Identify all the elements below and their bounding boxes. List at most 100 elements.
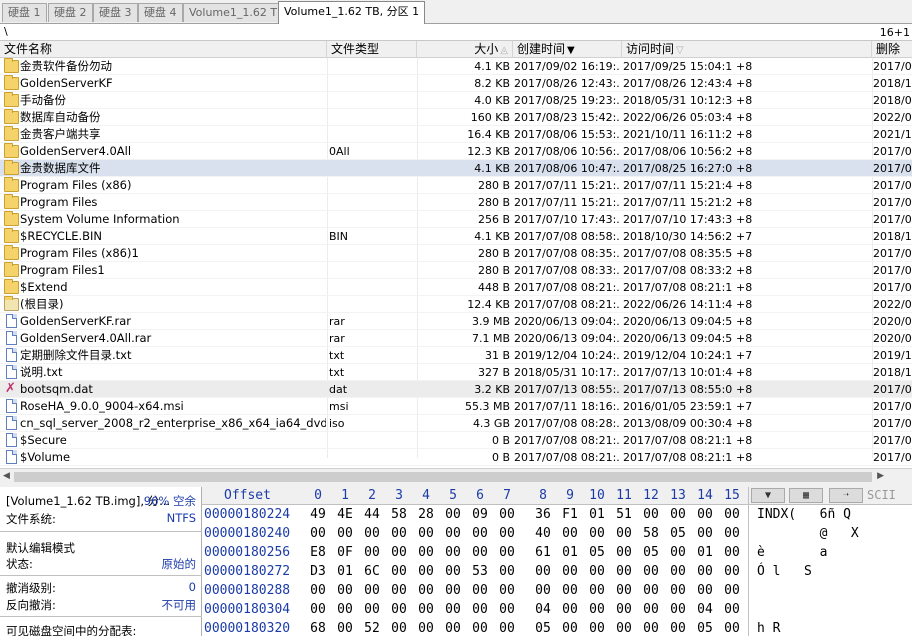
hex-byte[interactable]: 00 (720, 562, 744, 581)
hex-byte[interactable]: 00 (306, 600, 330, 619)
scroll-left-icon[interactable]: ◀ (3, 471, 10, 481)
column-name[interactable]: 文件名称 (0, 41, 327, 58)
hex-byte[interactable]: 00 (468, 524, 492, 543)
hex-byte[interactable]: 36 (531, 505, 555, 524)
file-row[interactable]: $Volume 0 B 2017/07/08 08:21:... 2017/07/08… (0, 449, 912, 466)
hex-byte[interactable]: 00 (360, 543, 384, 562)
file-row[interactable]: 金贵数据库文件 4.1 KB 2017/08/06 10:47:... 2017/08… (0, 160, 912, 177)
ascii-pane[interactable]: ▼ ▦ ➝ SCII INDX( 6ñ Q @ X è a Ó l S h R (748, 487, 912, 636)
hex-byte[interactable]: 00 (612, 543, 636, 562)
hex-byte[interactable]: 00 (306, 524, 330, 543)
hex-byte[interactable]: 00 (387, 581, 411, 600)
hex-byte[interactable]: 00 (720, 581, 744, 600)
column-deleted[interactable]: 删除 (872, 41, 912, 58)
hex-byte[interactable]: 00 (612, 581, 636, 600)
tab-disk-2[interactable]: 硬盘 2 (48, 3, 93, 22)
ascii-row[interactable] (757, 581, 882, 600)
file-row[interactable]: 金贵客户端共享 16.4 KB 2017/08/06 15:53:... 2021/1… (0, 126, 912, 143)
hex-byte[interactable]: 05 (585, 543, 609, 562)
hex-byte[interactable]: 00 (387, 619, 411, 636)
hex-byte[interactable]: 00 (666, 619, 690, 636)
scroll-right-icon[interactable]: ▶ (877, 471, 884, 481)
hex-byte[interactable]: 00 (468, 543, 492, 562)
hex-byte[interactable]: D3 (306, 562, 330, 581)
hex-row[interactable]: 00000180272 D3 01 6C 00 00 00 53 00 00 00 00 00 00 00 0… (202, 562, 748, 581)
hex-byte[interactable]: 4E (333, 505, 357, 524)
hex-row[interactable]: 00000180288 00 00 00 00 00 00 00 00 00 00 00 00 00 00 0… (202, 581, 748, 600)
ascii-row[interactable] (757, 600, 882, 619)
dropdown-icon[interactable]: ▼ (751, 488, 785, 503)
hex-byte[interactable]: 00 (639, 600, 663, 619)
scroll-thumb[interactable] (14, 472, 872, 482)
hex-byte[interactable]: 00 (720, 505, 744, 524)
file-row[interactable]: 数据库自动备份 160 KB 2017/08/23 15:42:... 2022/06… (0, 109, 912, 126)
hex-byte[interactable]: 00 (693, 562, 717, 581)
hex-byte[interactable]: 00 (495, 524, 519, 543)
hex-byte[interactable]: 49 (306, 505, 330, 524)
hex-byte[interactable]: 00 (468, 600, 492, 619)
hex-byte[interactable]: 00 (639, 581, 663, 600)
hex-byte[interactable]: 00 (468, 619, 492, 636)
hex-byte[interactable]: 00 (585, 562, 609, 581)
hex-byte[interactable]: 00 (531, 581, 555, 600)
hex-byte[interactable]: 00 (441, 543, 465, 562)
file-row[interactable]: $RECYCLE.BIN BIN 4.1 KB 2017/07/08 08:58:..… (0, 228, 912, 245)
hex-row[interactable]: 00000180240 00 00 00 00 00 00 00 00 40 00 00 00 58 05 0… (202, 524, 748, 543)
hex-row[interactable]: 00000180320 68 00 52 00 00 00 00 00 05 00 00 00 00 00 0… (202, 619, 748, 636)
hex-byte[interactable]: 00 (558, 619, 582, 636)
hex-byte[interactable]: 04 (693, 600, 717, 619)
hex-byte[interactable]: F1 (558, 505, 582, 524)
hex-byte[interactable]: 40 (531, 524, 555, 543)
column-created[interactable]: 创建时间 ▼ (513, 41, 622, 58)
hex-byte[interactable]: 00 (585, 524, 609, 543)
hex-byte[interactable]: 05 (693, 619, 717, 636)
file-row[interactable]: Program Files (x86)1 280 B 2017/07/08 08:3… (0, 245, 912, 262)
hex-byte[interactable]: 6C (360, 562, 384, 581)
hex-byte[interactable]: 00 (441, 524, 465, 543)
file-row[interactable]: Program Files 280 B 2017/07/11 15:21:... 20… (0, 194, 912, 211)
hex-byte[interactable]: 00 (387, 600, 411, 619)
hex-row[interactable]: 00000180224 49 4E 44 58 28 00 09 00 36 F1 01 51 00 00 0… (202, 505, 748, 524)
hex-byte[interactable]: 09 (468, 505, 492, 524)
hex-byte[interactable]: 00 (720, 600, 744, 619)
hex-byte[interactable]: 00 (414, 581, 438, 600)
hex-row[interactable]: 00000180304 00 00 00 00 00 00 00 00 04 00 00 00 00 00 0… (202, 600, 748, 619)
hex-byte[interactable]: 00 (441, 562, 465, 581)
hex-byte[interactable]: 00 (585, 581, 609, 600)
hex-byte[interactable]: 00 (693, 505, 717, 524)
file-row[interactable]: 定期删除文件目录.txt txt 31 B 2019/12/04 10:24:... 2… (0, 347, 912, 364)
template-icon[interactable]: ▦ (789, 488, 823, 503)
hex-byte[interactable]: 00 (720, 619, 744, 636)
file-row[interactable]: GoldenServer4.0All 0All 12.3 KB 2017/08/06 … (0, 143, 912, 160)
file-row[interactable]: GoldenServerKF 8.2 KB 2017/08/26 12:43:...… (0, 75, 912, 92)
file-row[interactable]: 说明.txt txt 327 B 2018/05/31 10:17:... 2017/0… (0, 364, 912, 381)
hex-byte[interactable]: 05 (666, 524, 690, 543)
hex-byte[interactable]: 68 (306, 619, 330, 636)
hex-byte[interactable]: 00 (558, 524, 582, 543)
hex-byte[interactable]: 51 (612, 505, 636, 524)
file-row[interactable]: GoldenServerKF.rar rar 3.9 MB 2020/06/13 09… (0, 313, 912, 330)
file-row[interactable]: Program Files1 280 B 2017/07/08 08:33:... 2… (0, 262, 912, 279)
ascii-row[interactable]: Ó l S (757, 562, 882, 581)
hex-byte[interactable]: 00 (666, 562, 690, 581)
tab-disk-1[interactable]: 硬盘 1 (2, 3, 47, 22)
hex-byte[interactable]: 01 (585, 505, 609, 524)
file-row[interactable]: cn_sql_server_2008_r2_enterprise_x86_x64… (0, 415, 912, 432)
hex-byte[interactable]: 00 (306, 581, 330, 600)
hex-byte[interactable]: 00 (495, 619, 519, 636)
hex-byte[interactable]: 00 (585, 619, 609, 636)
file-row[interactable]: 金贵软件备份勿动 4.1 KB 2017/09/02 16:19:... 2017/0… (0, 58, 912, 75)
hex-byte[interactable]: 00 (612, 619, 636, 636)
file-row[interactable]: $Secure 0 B 2017/07/08 08:21:... 2017/07/08… (0, 432, 912, 449)
hex-byte[interactable]: 00 (495, 505, 519, 524)
hex-byte[interactable]: 58 (387, 505, 411, 524)
hex-byte[interactable]: 00 (666, 543, 690, 562)
hex-byte[interactable]: 61 (531, 543, 555, 562)
hex-byte[interactable]: 01 (693, 543, 717, 562)
hex-byte[interactable]: 00 (666, 600, 690, 619)
ascii-row[interactable]: h R (757, 619, 882, 636)
hex-byte[interactable]: 04 (531, 600, 555, 619)
hex-byte[interactable]: 00 (387, 543, 411, 562)
hex-byte[interactable]: 00 (639, 562, 663, 581)
hex-byte[interactable]: 00 (531, 562, 555, 581)
